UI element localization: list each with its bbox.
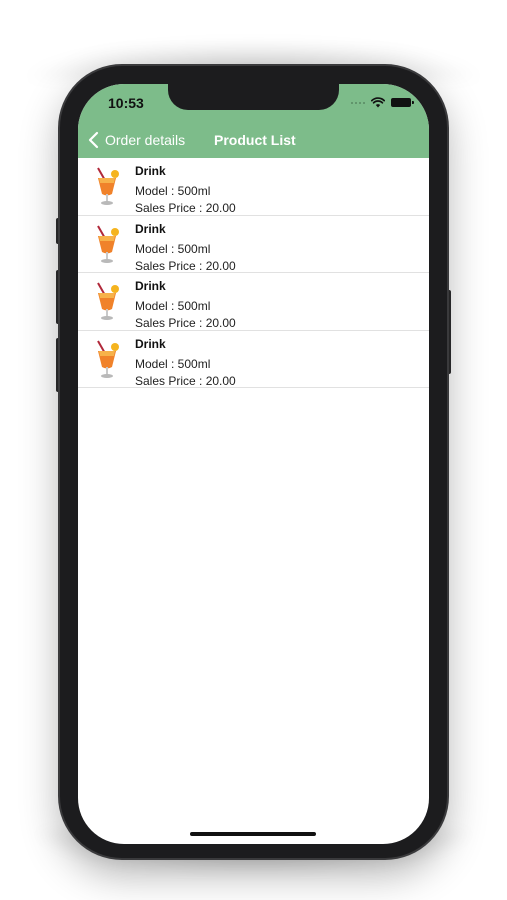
product-name: Drink: [135, 336, 166, 351]
back-button[interactable]: Order details: [86, 129, 185, 151]
product-model: Model : 500ml: [135, 241, 211, 256]
product-row[interactable]: Drink Model : 500ml Sales Price : 20.00: [78, 331, 429, 388]
product-model: Model : 500ml: [135, 184, 211, 198]
notch: [168, 84, 339, 110]
navigation-header: 10:53 Order details Product List: [78, 84, 429, 158]
phone-screen: 10:53 Order details Product List Drink M…: [78, 84, 429, 844]
chevron-left-icon: [88, 131, 99, 149]
status-icons: [351, 97, 414, 108]
cellular-signal-icon: [351, 101, 365, 104]
product-name: Drink: [135, 164, 166, 178]
product-model: Model : 500ml: [135, 356, 211, 371]
product-price: Sales Price : 20.00: [135, 201, 236, 215]
home-indicator[interactable]: [190, 832, 316, 836]
product-price: Sales Price : 20.00: [135, 258, 236, 273]
product-row[interactable]: Drink Model : 500ml Sales Price : 20.00: [78, 158, 429, 216]
page-title: Product List: [214, 132, 296, 148]
cocktail-icon: [92, 281, 122, 323]
screenshot-stage: 10:53 Order details Product List Drink M…: [0, 0, 507, 900]
product-name: Drink: [135, 221, 166, 236]
status-time: 10:53: [108, 95, 144, 111]
cocktail-icon: [92, 224, 122, 266]
cocktail-icon: [92, 166, 122, 208]
battery-icon: [391, 98, 414, 107]
cocktail-icon: [92, 339, 122, 381]
product-name: Drink: [135, 279, 166, 293]
product-price: Sales Price : 20.00: [135, 316, 236, 330]
product-row[interactable]: Drink Model : 500ml Sales Price : 20.00: [78, 216, 429, 273]
back-button-label: Order details: [105, 132, 186, 148]
product-price: Sales Price : 20.00: [135, 373, 236, 388]
wifi-icon: [371, 97, 385, 108]
product-list: Drink Model : 500ml Sales Price : 20.00 …: [78, 158, 429, 388]
product-model: Model : 500ml: [135, 299, 211, 313]
product-row[interactable]: Drink Model : 500ml Sales Price : 20.00: [78, 273, 429, 331]
